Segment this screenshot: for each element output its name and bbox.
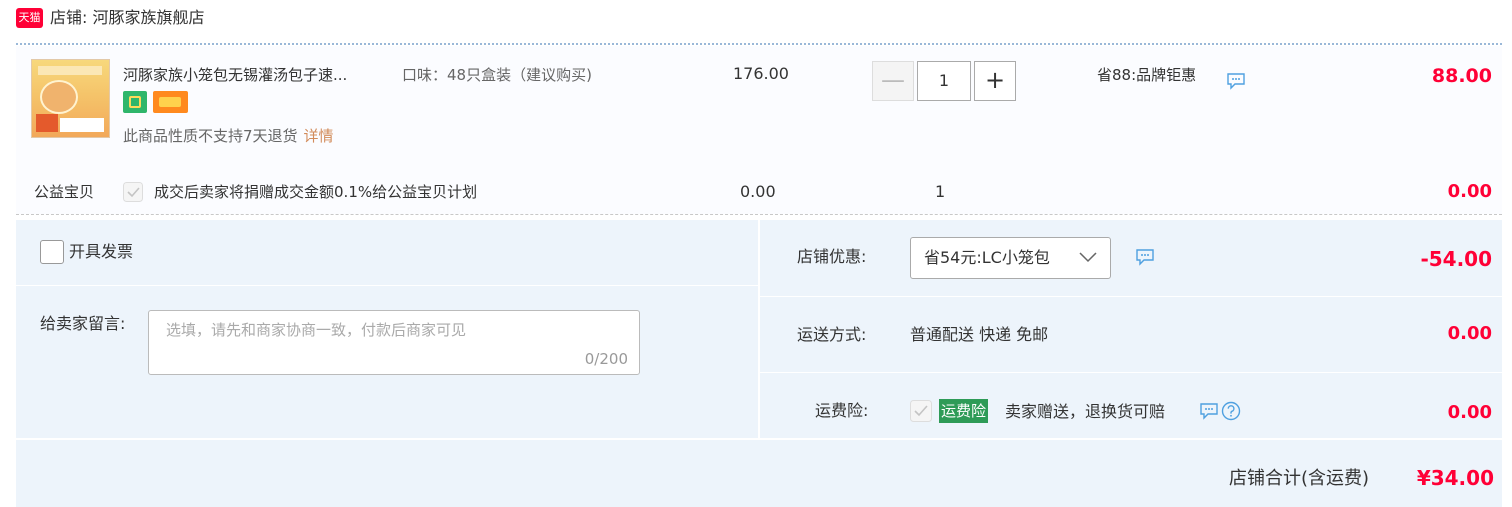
- product-sku: 口味：48只盒装（建议购买): [402, 66, 592, 84]
- item-total: 88.00: [1431, 65, 1492, 87]
- message-icon[interactable]: [1135, 248, 1155, 266]
- store-total-label: 店铺合计(含运费): [1229, 468, 1370, 489]
- charity-description: 成交后卖家将捐赠成交金额0.1%给公益宝贝计划: [154, 183, 478, 201]
- shop-title[interactable]: 店铺: 河豚家族旗舰店: [50, 6, 204, 30]
- payment-card-icon[interactable]: [153, 91, 188, 113]
- shipping-method-label: 运送方式:: [797, 325, 867, 344]
- item-promotion: 省88:品牌钜惠: [1097, 66, 1197, 84]
- charity-price: 0.00: [740, 182, 776, 201]
- tmall-logo: 天猫: [16, 8, 43, 28]
- seller-message-counter: 0/200: [584, 350, 628, 368]
- invoice-label[interactable]: 开具发票: [69, 240, 133, 264]
- help-icon[interactable]: [1221, 401, 1241, 421]
- divider: [758, 220, 760, 438]
- store-coupon-amount: -54.00: [1420, 247, 1492, 271]
- quantity-decrease-button[interactable]: —: [872, 61, 914, 101]
- charity-total: 0.00: [1447, 181, 1492, 202]
- unit-price: 176.00: [733, 64, 789, 83]
- service-badge-icon[interactable]: [123, 91, 147, 113]
- invoice-checkbox[interactable]: [40, 240, 64, 264]
- detail-link[interactable]: 详情: [304, 127, 334, 145]
- divider: [760, 372, 1502, 373]
- no-return-notice: 此商品性质不支持7天退货 详情: [123, 125, 334, 147]
- product-name[interactable]: 河豚家族小笼包无锡灌汤包子速...: [123, 64, 347, 86]
- seller-message-label: 给卖家留言:: [40, 314, 126, 333]
- store-coupon-value: 省54元:LC小笼包: [924, 248, 1050, 267]
- quantity-input[interactable]: 1: [917, 61, 971, 101]
- charity-quantity: 1: [935, 182, 946, 201]
- divider: [16, 285, 758, 286]
- shipping-insurance-text: 卖家赠送，退换货可赔: [1005, 402, 1166, 421]
- shipping-amount: 0.00: [1447, 323, 1492, 344]
- message-icon[interactable]: [1199, 402, 1219, 420]
- charity-checkbox[interactable]: [123, 182, 143, 202]
- quantity-increase-button[interactable]: +: [974, 61, 1016, 101]
- shipping-method-value: 普通配送 快递 免邮: [910, 325, 1049, 344]
- seller-message-placeholder: 选填，请先和商家协商一致，付款后商家可见: [166, 321, 467, 339]
- product-thumbnail[interactable]: [31, 59, 110, 138]
- shipping-insurance-checkbox[interactable]: [910, 400, 932, 422]
- divider: [16, 214, 1502, 215]
- shipping-insurance-tag: 运费险: [939, 399, 989, 423]
- chevron-down-icon: [1079, 252, 1097, 263]
- shipping-insurance-label: 运费险:: [815, 401, 869, 420]
- divider: [16, 43, 1502, 45]
- divider: [760, 296, 1502, 297]
- store-total-amount: ¥34.00: [1416, 466, 1494, 490]
- message-icon[interactable]: [1226, 72, 1246, 90]
- charity-label: 公益宝贝: [34, 183, 95, 201]
- shipping-insurance-amount: 0.00: [1447, 402, 1492, 423]
- store-coupon-label: 店铺优惠:: [797, 247, 867, 266]
- no-return-text: 此商品性质不支持7天退货: [123, 127, 298, 145]
